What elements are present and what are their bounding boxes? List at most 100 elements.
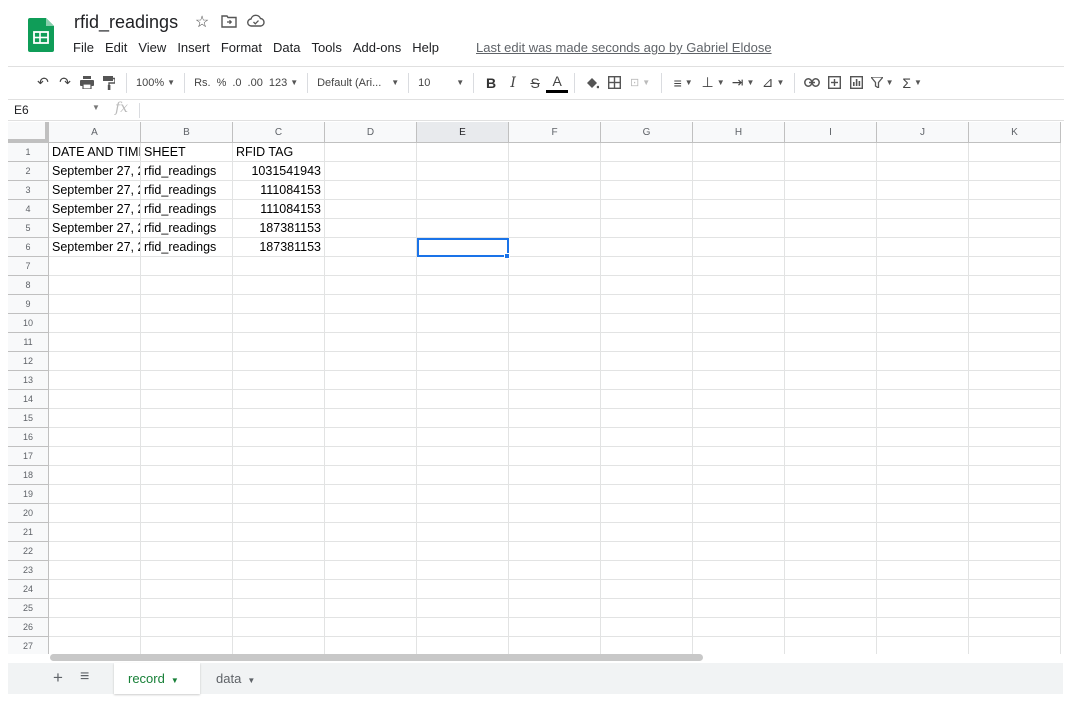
cell-h22[interactable]	[693, 542, 785, 561]
cell-i27[interactable]	[785, 637, 877, 654]
row-header-7[interactable]: 7	[8, 257, 49, 276]
cell-g20[interactable]	[601, 504, 693, 523]
cell-j20[interactable]	[877, 504, 969, 523]
cell-h16[interactable]	[693, 428, 785, 447]
cell-c25[interactable]	[233, 599, 325, 618]
cell-c11[interactable]	[233, 333, 325, 352]
undo-icon[interactable]: ↶	[32, 71, 54, 95]
row-header-12[interactable]: 12	[8, 352, 49, 371]
cell-i11[interactable]	[785, 333, 877, 352]
cell-j21[interactable]	[877, 523, 969, 542]
document-title[interactable]: rfid_readings	[74, 12, 178, 33]
last-edit-link[interactable]: Last edit was made seconds ago by Gabrie…	[476, 40, 772, 55]
cell-h6[interactable]	[693, 238, 785, 257]
column-header-b[interactable]: B	[141, 122, 233, 143]
cell-i23[interactable]	[785, 561, 877, 580]
cell-k20[interactable]	[969, 504, 1061, 523]
cell-f12[interactable]	[509, 352, 601, 371]
cell-e19[interactable]	[417, 485, 509, 504]
cell-c18[interactable]	[233, 466, 325, 485]
fill-color-icon[interactable]	[581, 71, 603, 95]
column-header-h[interactable]: H	[693, 122, 785, 143]
cell-a24[interactable]	[49, 580, 141, 599]
cell-j19[interactable]	[877, 485, 969, 504]
cell-b7[interactable]	[141, 257, 233, 276]
cell-k9[interactable]	[969, 295, 1061, 314]
cell-a3[interactable]: September 27, 2	[49, 181, 141, 200]
cell-g17[interactable]	[601, 447, 693, 466]
paint-format-icon[interactable]	[98, 71, 120, 95]
cell-h4[interactable]	[693, 200, 785, 219]
cell-b17[interactable]	[141, 447, 233, 466]
row-header-22[interactable]: 22	[8, 542, 49, 561]
cell-k27[interactable]	[969, 637, 1061, 654]
insert-chart-icon[interactable]	[845, 71, 867, 95]
cell-g7[interactable]	[601, 257, 693, 276]
cell-j27[interactable]	[877, 637, 969, 654]
cell-g11[interactable]	[601, 333, 693, 352]
print-icon[interactable]	[76, 71, 98, 95]
cell-b8[interactable]	[141, 276, 233, 295]
menu-data[interactable]: Data	[273, 40, 300, 55]
cell-f5[interactable]	[509, 219, 601, 238]
cell-g9[interactable]	[601, 295, 693, 314]
cell-c7[interactable]	[233, 257, 325, 276]
spreadsheet-grid[interactable]: ABCDEFGHIJK 1 2 3 4 5 6 7 8 9 10 11 12 13 14 15 16 17 18 1…	[8, 122, 1061, 654]
row-header-24[interactable]: 24	[8, 580, 49, 599]
cell-c8[interactable]	[233, 276, 325, 295]
menu-tools[interactable]: Tools	[311, 40, 341, 55]
cell-h10[interactable]	[693, 314, 785, 333]
row-header-26[interactable]: 26	[8, 618, 49, 637]
cell-f9[interactable]	[509, 295, 601, 314]
cell-e24[interactable]	[417, 580, 509, 599]
cell-a19[interactable]	[49, 485, 141, 504]
cell-c13[interactable]	[233, 371, 325, 390]
row-header-27[interactable]: 27	[8, 637, 49, 654]
cell-j15[interactable]	[877, 409, 969, 428]
font-size-select[interactable]: 10 ▼	[415, 71, 467, 95]
cell-g5[interactable]	[601, 219, 693, 238]
cell-f19[interactable]	[509, 485, 601, 504]
cell-k13[interactable]	[969, 371, 1061, 390]
cell-k22[interactable]	[969, 542, 1061, 561]
cell-g18[interactable]	[601, 466, 693, 485]
cell-f2[interactable]	[509, 162, 601, 181]
row-header-16[interactable]: 16	[8, 428, 49, 447]
folder-move-icon[interactable]	[220, 14, 238, 32]
insert-comment-icon[interactable]	[823, 71, 845, 95]
row-header-23[interactable]: 23	[8, 561, 49, 580]
filter-icon[interactable]: ▼	[867, 71, 897, 95]
cell-g12[interactable]	[601, 352, 693, 371]
cell-a6[interactable]: September 27, 2	[49, 238, 141, 257]
cell-h20[interactable]	[693, 504, 785, 523]
borders-icon[interactable]	[603, 71, 625, 95]
cell-h24[interactable]	[693, 580, 785, 599]
vertical-align-icon[interactable]: ⊥ ▼	[698, 71, 728, 95]
cell-d3[interactable]	[325, 181, 417, 200]
cell-h8[interactable]	[693, 276, 785, 295]
cell-f25[interactable]	[509, 599, 601, 618]
redo-icon[interactable]: ↷	[54, 71, 76, 95]
cell-i7[interactable]	[785, 257, 877, 276]
cell-h12[interactable]	[693, 352, 785, 371]
cell-b2[interactable]: rfid_readings	[141, 162, 233, 181]
cell-h27[interactable]	[693, 637, 785, 654]
cell-j10[interactable]	[877, 314, 969, 333]
cell-a25[interactable]	[49, 599, 141, 618]
cell-f27[interactable]	[509, 637, 601, 654]
cell-k7[interactable]	[969, 257, 1061, 276]
cell-i17[interactable]	[785, 447, 877, 466]
horizontal-align-icon[interactable]: ≡ ▼	[668, 71, 698, 95]
bold-button[interactable]: B	[480, 71, 502, 95]
cell-j16[interactable]	[877, 428, 969, 447]
cell-k18[interactable]	[969, 466, 1061, 485]
cell-d2[interactable]	[325, 162, 417, 181]
cell-a27[interactable]	[49, 637, 141, 654]
strikethrough-button[interactable]: S	[524, 71, 546, 95]
cell-a26[interactable]	[49, 618, 141, 637]
cell-g4[interactable]	[601, 200, 693, 219]
cell-d7[interactable]	[325, 257, 417, 276]
cell-d14[interactable]	[325, 390, 417, 409]
cell-b23[interactable]	[141, 561, 233, 580]
tab-data[interactable]: data ▼	[202, 663, 269, 694]
